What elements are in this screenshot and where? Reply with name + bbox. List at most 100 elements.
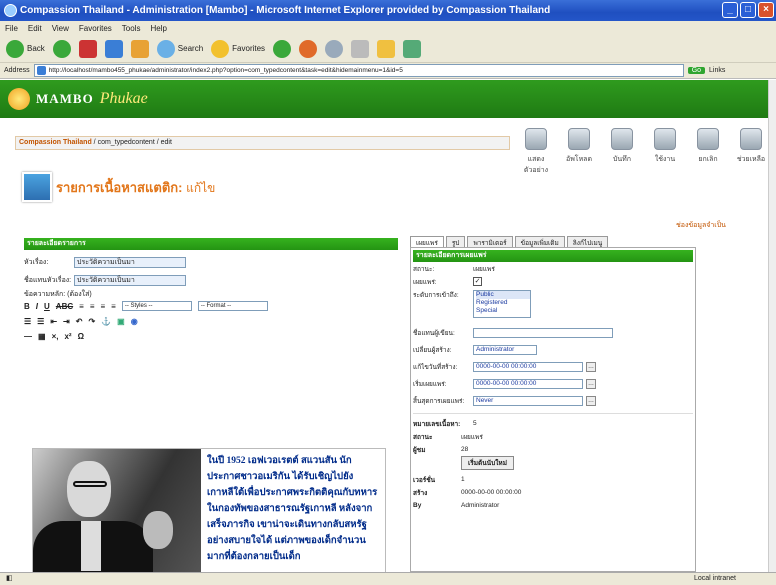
- stop-icon[interactable]: [78, 39, 97, 58]
- created-date-input[interactable]: 0000-00-00 00:00:00: [473, 361, 583, 372]
- upload-icon: [568, 128, 590, 150]
- publish-up-button[interactable]: …: [586, 378, 596, 389]
- underline-button[interactable]: U: [44, 302, 50, 311]
- superscript-icon[interactable]: x²: [64, 332, 71, 341]
- address-bar: Address http://localhost/mambo455_phukae…: [0, 63, 776, 79]
- minimize-button[interactable]: _: [722, 2, 738, 18]
- align-left-icon[interactable]: ≡: [79, 302, 84, 311]
- bullet-list-icon[interactable]: ☰: [24, 317, 31, 326]
- html-icon[interactable]: ◉: [131, 317, 138, 326]
- alias-label: ชื่อแทนหัวเรื่อง:: [24, 276, 72, 284]
- cancel-button[interactable]: ยกเลิก: [688, 128, 728, 176]
- reset-hits-button[interactable]: เริ่มต้นนับใหม่: [461, 456, 514, 470]
- cancel-icon: [697, 128, 719, 150]
- created-date-button[interactable]: …: [586, 361, 596, 372]
- links-label[interactable]: Links: [709, 67, 725, 74]
- outdent-icon[interactable]: ⇤: [50, 317, 57, 326]
- tab-publishing[interactable]: เผยแพร่: [410, 236, 444, 247]
- search-button[interactable]: Search: [156, 39, 203, 58]
- menu-bar: File Edit View Favorites Tools Help: [0, 21, 776, 35]
- special-char-icon[interactable]: Ω: [78, 332, 84, 341]
- required-fields-note: ช่องข้อมูลจำเป็น: [676, 222, 726, 229]
- vertical-scrollbar[interactable]: [768, 80, 776, 572]
- editor-body-text[interactable]: ในปี 1952 เอฟเวอเรตต์ สแวนสัน นักประกาศช…: [201, 449, 385, 572]
- help-button[interactable]: ช่วยเหลือ: [731, 128, 768, 176]
- preview-button[interactable]: แสดงตัวอย่าง: [516, 128, 556, 176]
- page-title: รายการเนื้อหาสแตติก: แก้ไข: [22, 172, 215, 202]
- menu-help[interactable]: Help: [150, 24, 166, 33]
- tab-images[interactable]: รูป: [445, 236, 466, 247]
- content-editor[interactable]: ในปี 1952 เอฟเวอเรตต์ สแวนสัน นักประกาศช…: [32, 448, 386, 572]
- published-checkbox[interactable]: ✓: [473, 277, 482, 286]
- apply-icon: [654, 128, 676, 150]
- item-details-panel: รายละเอียดรายการ หัวเรื่อง: ประวัติความเป…: [24, 238, 398, 572]
- hr-icon[interactable]: —: [24, 332, 32, 341]
- menu-tools[interactable]: Tools: [122, 24, 141, 33]
- bold-button[interactable]: B: [24, 302, 30, 311]
- publishing-body: รายละเอียดการเผยแพร่ สถานะ: เผยแพร่ เผยแพ…: [410, 247, 696, 572]
- home-icon[interactable]: [130, 39, 149, 58]
- maximize-button[interactable]: □: [740, 2, 756, 18]
- breadcrumb-site[interactable]: Compassion Thailand: [19, 139, 92, 146]
- refresh-icon[interactable]: [104, 39, 123, 58]
- justify-icon[interactable]: ≡: [111, 302, 116, 311]
- number-list-icon[interactable]: ☰: [37, 317, 44, 326]
- close-button[interactable]: ×: [758, 2, 774, 18]
- mail-icon[interactable]: [325, 39, 344, 58]
- image-icon[interactable]: ▣: [117, 317, 125, 326]
- site-header: MAMBO Phukae: [0, 80, 768, 118]
- editor-toolbar-1: B I U ABC ≡ ≡ ≡ ≡ -- Styles -- -- Format…: [24, 300, 398, 312]
- address-label: Address: [4, 67, 30, 74]
- folder-icon[interactable]: [377, 39, 396, 58]
- publish-up-input[interactable]: 0000-00-00 00:00:00: [473, 378, 583, 389]
- history-icon[interactable]: [299, 39, 318, 58]
- address-input[interactable]: http://localhost/mambo455_phukae/adminis…: [33, 64, 684, 77]
- go-button[interactable]: Go: [687, 67, 706, 74]
- apply-button[interactable]: ใช้งาน: [645, 128, 685, 176]
- tab-menu-link[interactable]: ลิงก์ไปเมนู: [566, 236, 609, 247]
- menu-file[interactable]: File: [5, 24, 18, 33]
- publish-down-input[interactable]: Never: [473, 395, 583, 406]
- italic-button[interactable]: I: [36, 302, 38, 311]
- media-icon[interactable]: [273, 39, 292, 58]
- forward-arrow-icon[interactable]: [52, 39, 71, 58]
- back-button[interactable]: Back: [6, 39, 45, 58]
- align-center-icon[interactable]: ≡: [90, 302, 95, 311]
- title-input[interactable]: ประวัติความเป็นมา: [74, 256, 186, 268]
- menu-edit[interactable]: Edit: [28, 24, 42, 33]
- redo-icon[interactable]: ↷: [88, 317, 95, 326]
- upload-button[interactable]: อัพโหลด: [559, 128, 599, 176]
- window-title: Compassion Thailand - Administration [Ma…: [20, 5, 551, 16]
- access-listbox[interactable]: Public Registered Special: [473, 290, 531, 318]
- table-icon[interactable]: ▦: [38, 332, 46, 341]
- alias-input[interactable]: ประวัติความเป็นมา: [74, 274, 186, 286]
- publish-down-button[interactable]: …: [586, 395, 596, 406]
- menu-favorites[interactable]: Favorites: [79, 24, 112, 33]
- styles-select[interactable]: -- Styles --: [121, 301, 192, 311]
- item-details-header: รายละเอียดรายการ: [24, 238, 398, 250]
- site-title: MAMBO: [36, 91, 94, 106]
- align-right-icon[interactable]: ≡: [100, 302, 105, 311]
- menu-view[interactable]: View: [52, 24, 69, 33]
- historical-photo: [33, 449, 201, 572]
- format-select[interactable]: -- Format --: [197, 301, 268, 311]
- strike-button[interactable]: ABC: [56, 302, 73, 311]
- tab-metadata[interactable]: ข้อมูลเพิ่มเติม: [514, 236, 565, 247]
- favorites-button[interactable]: Favorites: [211, 39, 265, 58]
- undo-icon[interactable]: ↶: [76, 317, 83, 326]
- search-icon: [156, 39, 175, 58]
- save-button[interactable]: บันทึก: [602, 128, 642, 176]
- indent-icon[interactable]: ⇥: [63, 317, 70, 326]
- remove-format-icon[interactable]: ×,: [52, 332, 59, 341]
- research-icon[interactable]: [403, 39, 422, 58]
- publishing-panel: เผยแพร่ รูป พารามิเตอร์ ข้อมูลเพิ่มเติม …: [410, 236, 696, 572]
- print-icon[interactable]: [351, 39, 370, 58]
- content-info: หมายเลขเนื้อหา: 5 สถานะ เผยแพร่ ผู้ชม 28 เร…: [413, 413, 693, 512]
- creator-select[interactable]: Administrator: [473, 344, 537, 355]
- link-icon[interactable]: ⚓: [101, 317, 111, 326]
- tab-bar: เผยแพร่ รูป พารามิเตอร์ ข้อมูลเพิ่มเติม …: [410, 236, 696, 247]
- browser-toolbar: Back Search Favorites: [0, 35, 776, 63]
- status-bar: ◧ Local intranet: [0, 572, 776, 585]
- author-alias-input[interactable]: [473, 327, 613, 338]
- tab-parameters[interactable]: พารามิเตอร์: [467, 236, 513, 247]
